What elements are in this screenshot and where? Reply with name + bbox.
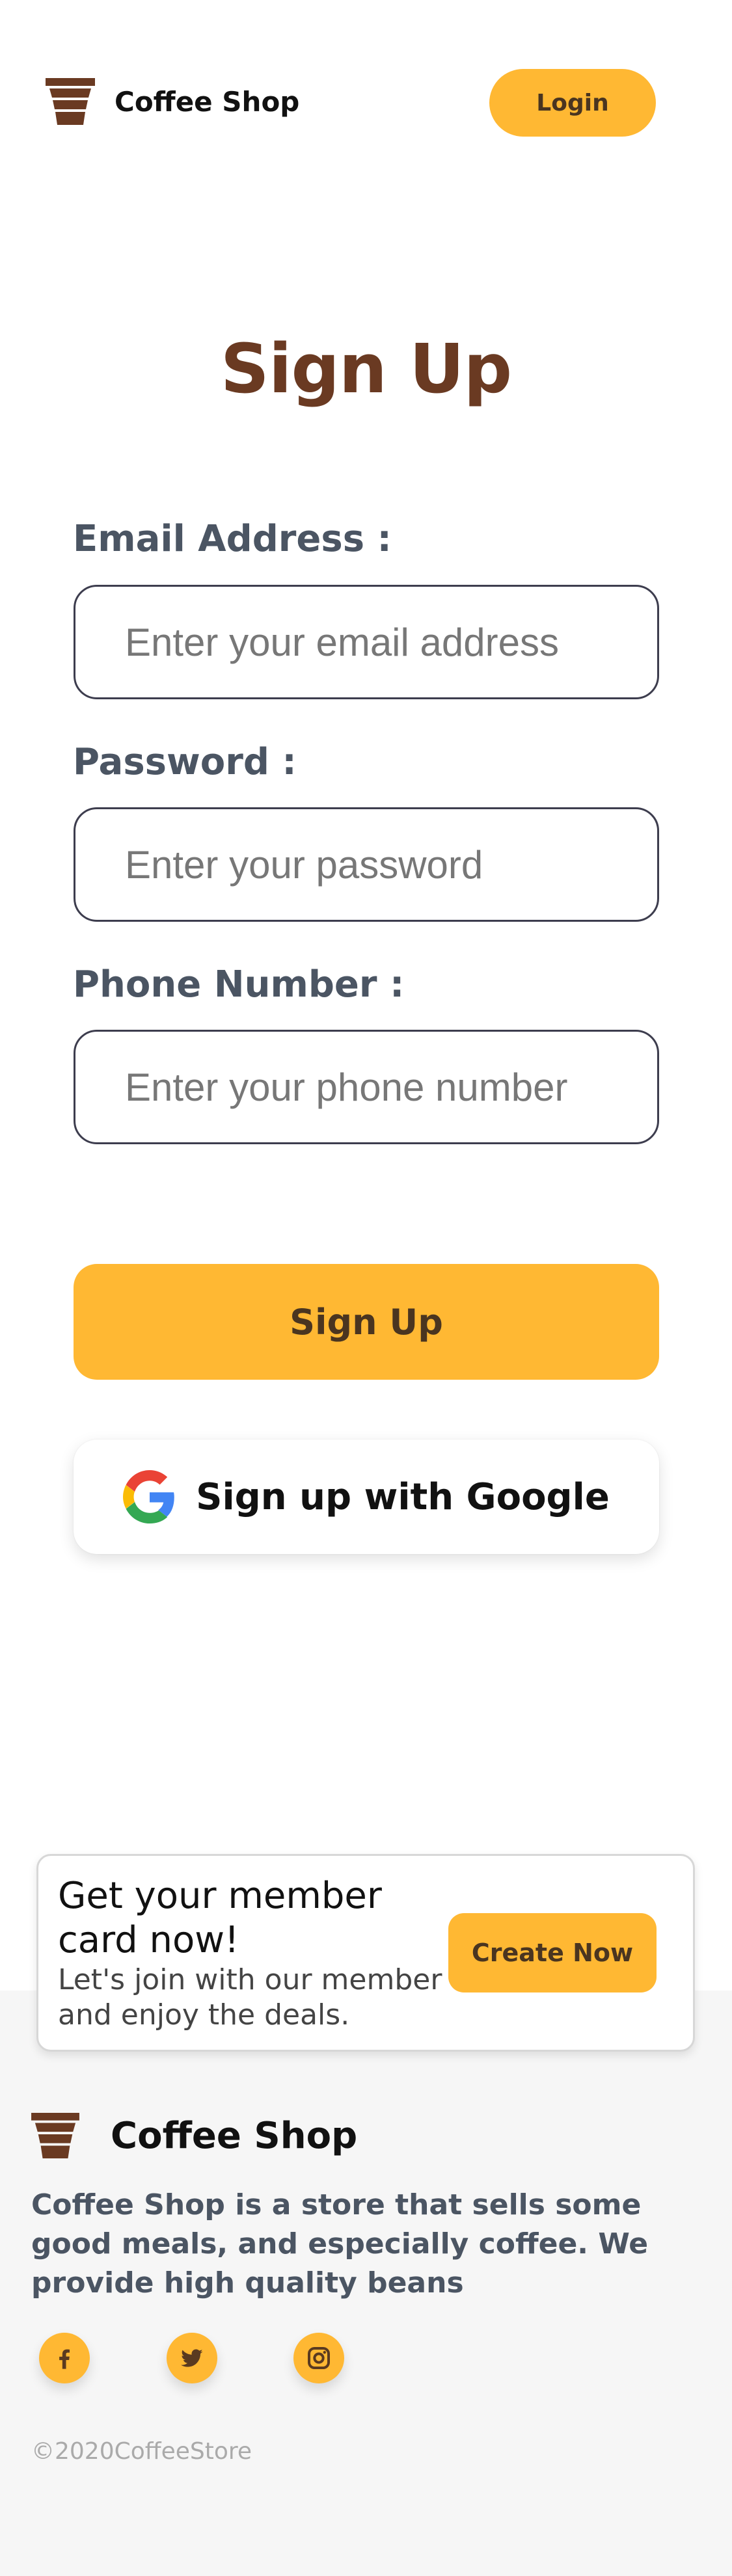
- google-icon: [123, 1470, 174, 1523]
- instagram-button[interactable]: [293, 2333, 344, 2383]
- coffee-cup-icon: [46, 78, 95, 125]
- brand-name: Coffee Shop: [115, 85, 300, 118]
- footer-logo: Coffee Shop: [31, 2113, 357, 2158]
- phone-label: Phone Number :: [73, 963, 405, 1006]
- login-button[interactable]: Login: [489, 69, 656, 137]
- footer-brand-name: Coffee Shop: [111, 2114, 358, 2157]
- logo[interactable]: Coffee Shop: [46, 78, 299, 125]
- google-signup-label: Sign up with Google: [196, 1475, 610, 1518]
- facebook-icon: [59, 2349, 70, 2369]
- twitter-icon: [181, 2349, 203, 2367]
- create-now-button[interactable]: Create Now: [448, 1913, 657, 1992]
- password-field[interactable]: Enter your password: [74, 807, 659, 922]
- instagram-icon: [308, 2347, 330, 2369]
- email-field[interactable]: Enter your email address: [74, 585, 659, 699]
- member-card: Get your member card now! Let's join wit…: [36, 1854, 695, 2052]
- copyright: ©2020CoffeeStore: [31, 2438, 252, 2465]
- member-card-title: Get your member card now!: [58, 1875, 382, 1961]
- header: Coffee Shop Login: [0, 0, 732, 208]
- footer-description: Coffee Shop is a store that sells some g…: [31, 2188, 649, 2300]
- password-label: Password :: [73, 741, 297, 783]
- member-card-subtitle: Let's join with our member and enjoy the…: [58, 1963, 442, 2032]
- phone-field[interactable]: Enter your phone number: [74, 1030, 659, 1144]
- coffee-cup-icon: [31, 2113, 79, 2158]
- email-label: Email Address :: [73, 518, 392, 560]
- facebook-button[interactable]: [39, 2333, 90, 2383]
- twitter-button[interactable]: [167, 2333, 217, 2383]
- google-signup-button[interactable]: Sign up with Google: [74, 1440, 659, 1554]
- page-title: Sign Up: [220, 329, 512, 409]
- signup-button[interactable]: Sign Up: [74, 1264, 659, 1380]
